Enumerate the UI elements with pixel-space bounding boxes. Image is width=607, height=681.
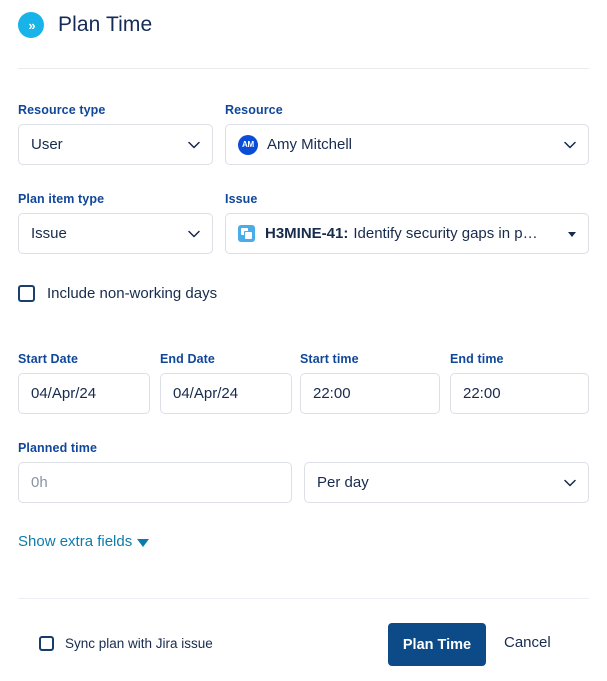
start-time-input[interactable]: 22:00 [300,373,440,414]
resource-label: Resource [225,103,283,117]
end-date-value: 04/Apr/24 [173,385,239,402]
include-non-working-days-checkbox[interactable] [18,285,35,302]
double-chevron-right-icon: » [18,12,44,38]
show-extra-fields-link[interactable]: Show extra fields [18,533,150,550]
chevron-down-icon [564,479,576,486]
plan-time-dialog: » Plan Time Resource type User Resource … [0,0,607,681]
dialog-header: » Plan Time [18,12,152,38]
end-date-input[interactable]: 04/Apr/24 [160,373,292,414]
planned-time-unit-select[interactable]: Per day [304,462,589,503]
start-date-input[interactable]: 04/Apr/24 [18,373,150,414]
planned-time-unit-label [304,441,589,455]
avatar: AM [238,134,258,155]
field-end-date: End Date 04/Apr/24 [160,352,292,414]
resource-type-select[interactable]: User [18,124,213,165]
field-start-time: Start time 22:00 [300,352,440,414]
page-title: Plan Time [58,13,153,36]
plan-time-submit-button[interactable]: Plan Time [388,623,486,666]
resource-type-value: User [31,136,63,153]
show-extra-fields-label: Show extra fields [18,533,133,550]
chevron-down-icon [564,141,576,148]
start-date-label: Start Date [18,352,79,366]
include-non-working-days-row[interactable]: Include non-working days [18,285,217,302]
end-time-value: 22:00 [463,385,501,402]
field-issue: Issue H3MINE-41: Identify security gaps … [225,192,589,254]
include-non-working-days-label: Include non-working days [47,285,218,302]
header-divider [18,68,589,69]
chevron-down-icon [188,141,200,148]
field-plan-item-type: Plan item type Issue [18,192,213,254]
planned-time-placeholder: 0h [31,474,48,491]
chevron-down-icon [188,230,200,237]
planned-time-unit-value: Per day [317,474,369,491]
issue-type-icon [238,225,255,242]
issue-key: H3MINE-41: [265,225,349,242]
issue-label: Issue [225,192,258,206]
header-icon-glyph: » [28,17,35,33]
issue-summary: Identify security gaps in p… [353,225,538,242]
start-time-label: Start time [300,352,359,366]
field-resource-type: Resource type User [18,103,213,165]
field-end-time: End time 22:00 [450,352,589,414]
issue-select[interactable]: H3MINE-41: Identify security gaps in p… [225,213,589,254]
resource-value: Amy Mitchell [267,136,353,153]
field-planned-time: Planned time 0h [18,441,292,503]
end-date-label: End Date [160,352,215,366]
planned-time-input[interactable]: 0h [18,462,292,503]
start-time-value: 22:00 [313,385,351,402]
sync-plan-checkbox[interactable] [39,636,54,651]
end-time-input[interactable]: 22:00 [450,373,589,414]
sync-plan-label: Sync plan with Jira issue [65,636,213,651]
footer-divider [18,598,589,599]
caret-down-icon [568,231,576,237]
plan-item-type-label: Plan item type [18,192,105,206]
plan-item-type-value: Issue [31,225,67,242]
planned-time-label: Planned time [18,441,97,455]
end-time-label: End time [450,352,504,366]
start-date-value: 04/Apr/24 [31,385,97,402]
field-resource: Resource AM Amy Mitchell [225,103,589,165]
field-start-date: Start Date 04/Apr/24 [18,352,150,414]
field-planned-time-unit: Per day [304,441,589,503]
resource-type-label: Resource type [18,103,106,117]
cancel-button[interactable]: Cancel [504,634,551,651]
triangle-down-icon [137,538,150,547]
plan-item-type-select[interactable]: Issue [18,213,213,254]
resource-select[interactable]: AM Amy Mitchell [225,124,589,165]
sync-plan-row[interactable]: Sync plan with Jira issue [39,636,213,651]
